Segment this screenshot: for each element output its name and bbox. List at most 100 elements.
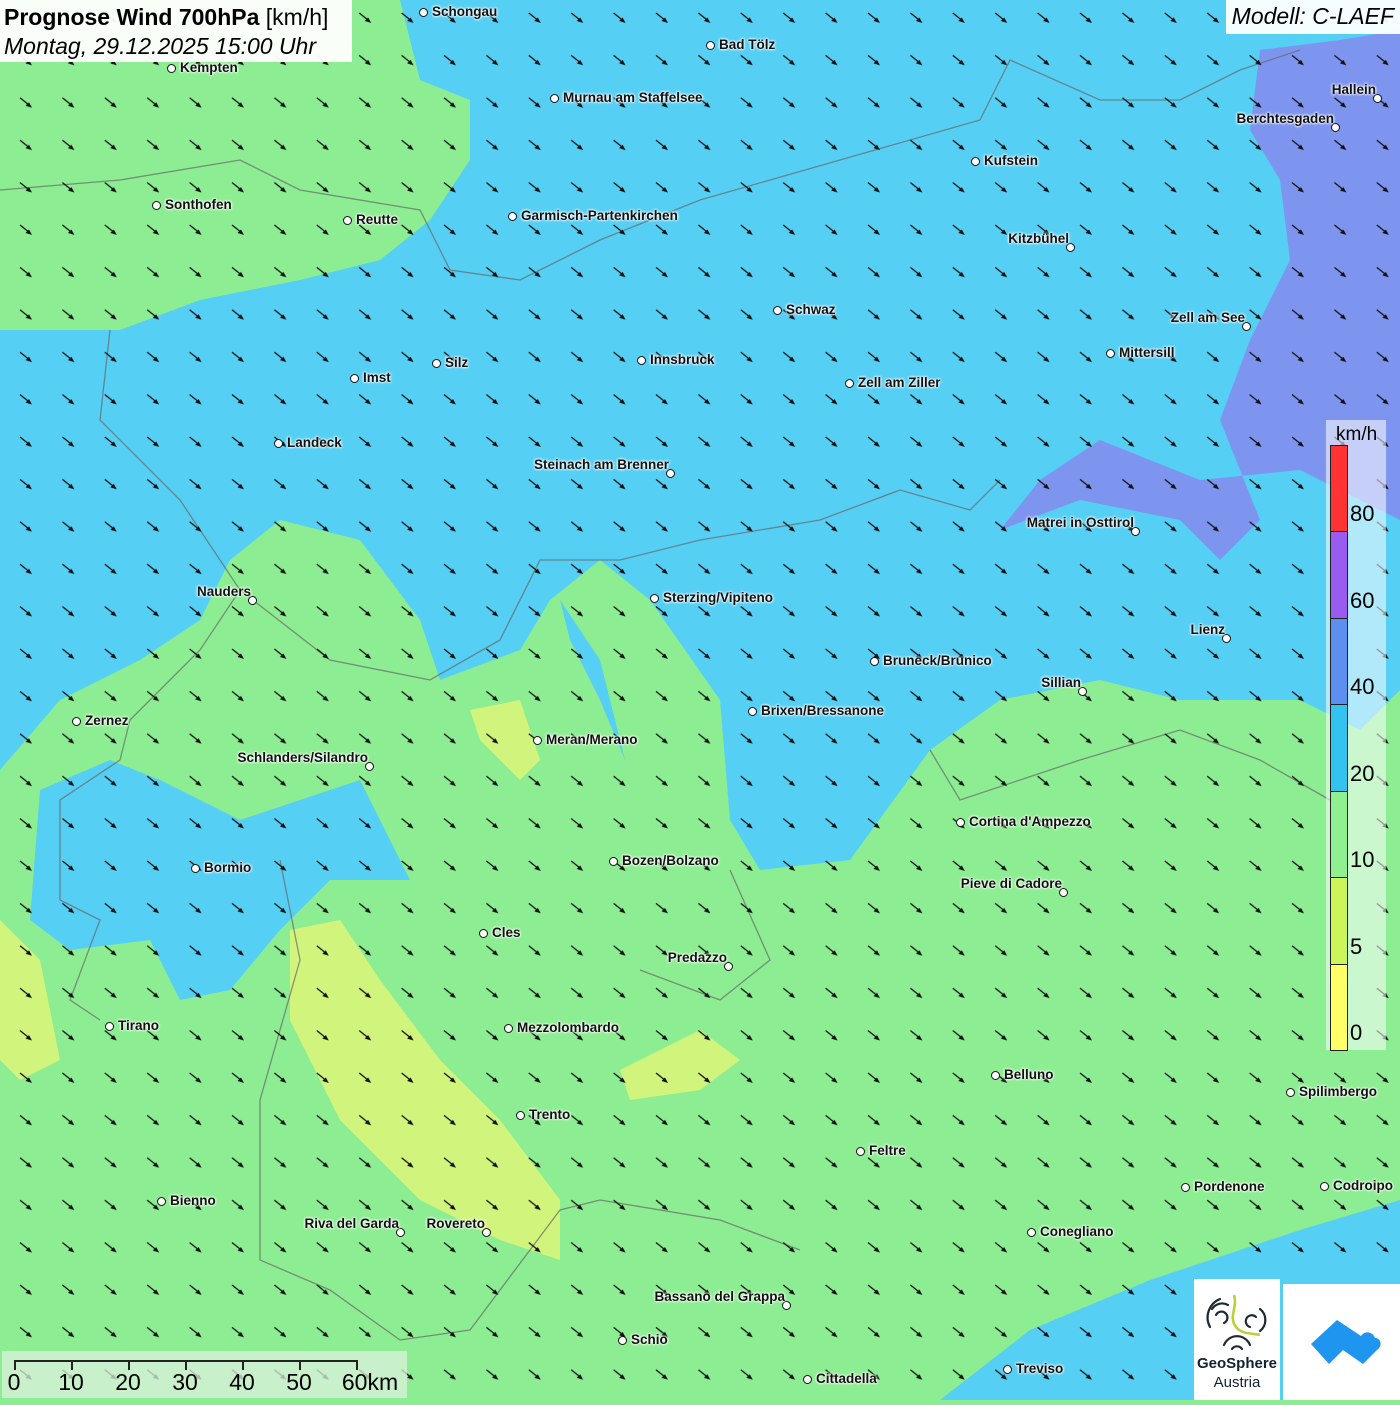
city-label[interactable]: Lienz — [1190, 622, 1225, 637]
city-label[interactable]: Garmisch-Partenkirchen — [521, 208, 678, 223]
scale-label: 30 — [172, 1369, 198, 1395]
city-label[interactable]: Murnau am Staffelsee — [563, 90, 703, 105]
city-marker — [191, 864, 200, 873]
city-label[interactable]: Schlanders/Silandro — [237, 750, 368, 765]
city-label[interactable]: Bienno — [170, 1193, 216, 1208]
legend-label: 5 — [1350, 933, 1363, 959]
city-label[interactable]: Schio — [631, 1332, 668, 1347]
city-label[interactable]: Meran/Merano — [546, 732, 638, 747]
legend-label: 60 — [1350, 587, 1375, 613]
scale-label: 60km — [341, 1369, 399, 1395]
city-label[interactable]: Riva del Garda — [304, 1216, 399, 1231]
mountain-cloud-icon — [1311, 1320, 1381, 1364]
city-marker — [479, 929, 488, 938]
city-label[interactable]: Treviso — [1016, 1361, 1063, 1376]
scale-bar: 0 10 20 30 40 50 60km — [2, 1351, 407, 1398]
city-label[interactable]: Bruneck/Brunico — [883, 653, 992, 668]
city-label[interactable]: Pordenone — [1194, 1179, 1265, 1194]
city-label[interactable]: Kempten — [180, 60, 238, 75]
city-label[interactable]: Codroipo — [1333, 1178, 1393, 1193]
city-label[interactable]: Mittersill — [1119, 345, 1175, 360]
city-marker — [773, 306, 782, 315]
city-label[interactable]: Mezzolombardo — [517, 1020, 619, 1035]
city-label[interactable]: Bozen/Bolzano — [622, 853, 719, 868]
map-title: Prognose Wind 700hPa — [4, 4, 260, 30]
city-label[interactable]: Reutte — [356, 212, 398, 227]
city-label[interactable]: Imst — [363, 370, 391, 385]
city-marker — [1106, 349, 1115, 358]
city-label[interactable]: Kitzbühel — [1008, 231, 1069, 246]
city-label[interactable]: Innsbruck — [650, 352, 715, 367]
city-label[interactable]: Brixen/Bressanone — [761, 703, 884, 718]
city-marker — [419, 8, 428, 17]
city-label[interactable]: Spilimbergo — [1299, 1084, 1377, 1099]
city-marker — [1003, 1365, 1012, 1374]
city-label[interactable]: Belluno — [1004, 1067, 1054, 1082]
app-logo[interactable] — [1283, 1284, 1400, 1400]
city-marker — [152, 201, 161, 210]
city-marker — [157, 1197, 166, 1206]
legend-band — [1330, 963, 1348, 1051]
city-marker — [748, 707, 757, 716]
city-label[interactable]: Hallein — [1332, 82, 1376, 97]
geosphere-country: Austria — [1213, 1374, 1261, 1391]
city-label[interactable]: Nauders — [197, 584, 251, 599]
city-label[interactable]: Cittadella — [816, 1371, 877, 1386]
legend-band — [1330, 704, 1348, 792]
city-label[interactable]: Schongau — [432, 4, 497, 19]
city-label[interactable]: Cles — [492, 925, 521, 940]
city-marker — [432, 359, 441, 368]
city-marker — [1181, 1183, 1190, 1192]
city-marker — [803, 1375, 812, 1384]
city-label[interactable]: Zell am Ziller — [858, 375, 941, 390]
city-label[interactable]: Cortina d'Ampezzo — [969, 814, 1091, 829]
city-label[interactable]: Kufstein — [984, 153, 1038, 168]
city-label[interactable]: Tirano — [118, 1018, 159, 1033]
forecast-datetime: Montag, 29.12.2025 15:00 Uhr — [4, 33, 317, 59]
city-marker — [533, 736, 542, 745]
legend-band — [1330, 790, 1348, 878]
city-label[interactable]: Matrei in Osttirol — [1027, 515, 1134, 530]
city-label[interactable]: Predazzo — [668, 950, 727, 965]
city-label[interactable]: Berchtesgaden — [1236, 111, 1334, 126]
city-label[interactable]: Conegliano — [1040, 1224, 1114, 1239]
city-label[interactable]: Bassano del Grappa — [654, 1289, 785, 1304]
city-label[interactable]: Sterzing/Vipiteno — [663, 590, 773, 605]
city-marker — [504, 1024, 513, 1033]
city-label[interactable]: Silz — [445, 355, 468, 370]
city-marker — [856, 1147, 865, 1156]
legend-band — [1330, 531, 1348, 619]
city-marker — [1286, 1088, 1295, 1097]
city-label[interactable]: Trento — [529, 1107, 570, 1122]
city-label[interactable]: Feltre — [869, 1143, 906, 1158]
city-marker — [971, 157, 980, 166]
scale-label: 10 — [58, 1369, 84, 1395]
geosphere-emblem-icon — [1206, 1294, 1267, 1351]
map-unit: [km/h] — [265, 4, 329, 30]
model-label: Modell: C-LAEF — [1225, 0, 1400, 34]
city-label[interactable]: Schwaz — [786, 302, 836, 317]
city-marker — [956, 818, 965, 827]
city-marker — [343, 216, 352, 225]
city-label[interactable]: Bormio — [204, 860, 251, 875]
city-label[interactable]: Sonthofen — [165, 197, 232, 212]
geosphere-austria-logo[interactable]: GeoSphere Austria — [1194, 1279, 1280, 1400]
city-marker — [609, 857, 618, 866]
title-box: Prognose Wind 700hPa [km/h] Montag, 29.1… — [0, 0, 352, 62]
legend-band — [1330, 877, 1348, 965]
city-label[interactable]: Landeck — [287, 435, 342, 450]
city-marker — [1320, 1182, 1329, 1191]
city-marker — [167, 64, 176, 73]
city-label[interactable]: Rovereto — [426, 1216, 485, 1231]
city-label[interactable]: Pieve di Cadore — [961, 876, 1062, 891]
color-legend: km/h 0 5 10 20 40 60 80 — [1326, 420, 1386, 1051]
city-label[interactable]: Sillian — [1041, 675, 1081, 690]
city-label[interactable]: Zernez — [85, 713, 129, 728]
city-label[interactable]: Zell am See — [1171, 310, 1245, 325]
city-label[interactable]: Steinach am Brenner — [534, 457, 669, 472]
scale-label: 40 — [229, 1369, 255, 1395]
city-label[interactable]: Bad Tölz — [719, 37, 775, 52]
city-marker — [870, 657, 879, 666]
legend-label: 40 — [1350, 674, 1375, 699]
legend-unit: km/h — [1336, 424, 1378, 445]
